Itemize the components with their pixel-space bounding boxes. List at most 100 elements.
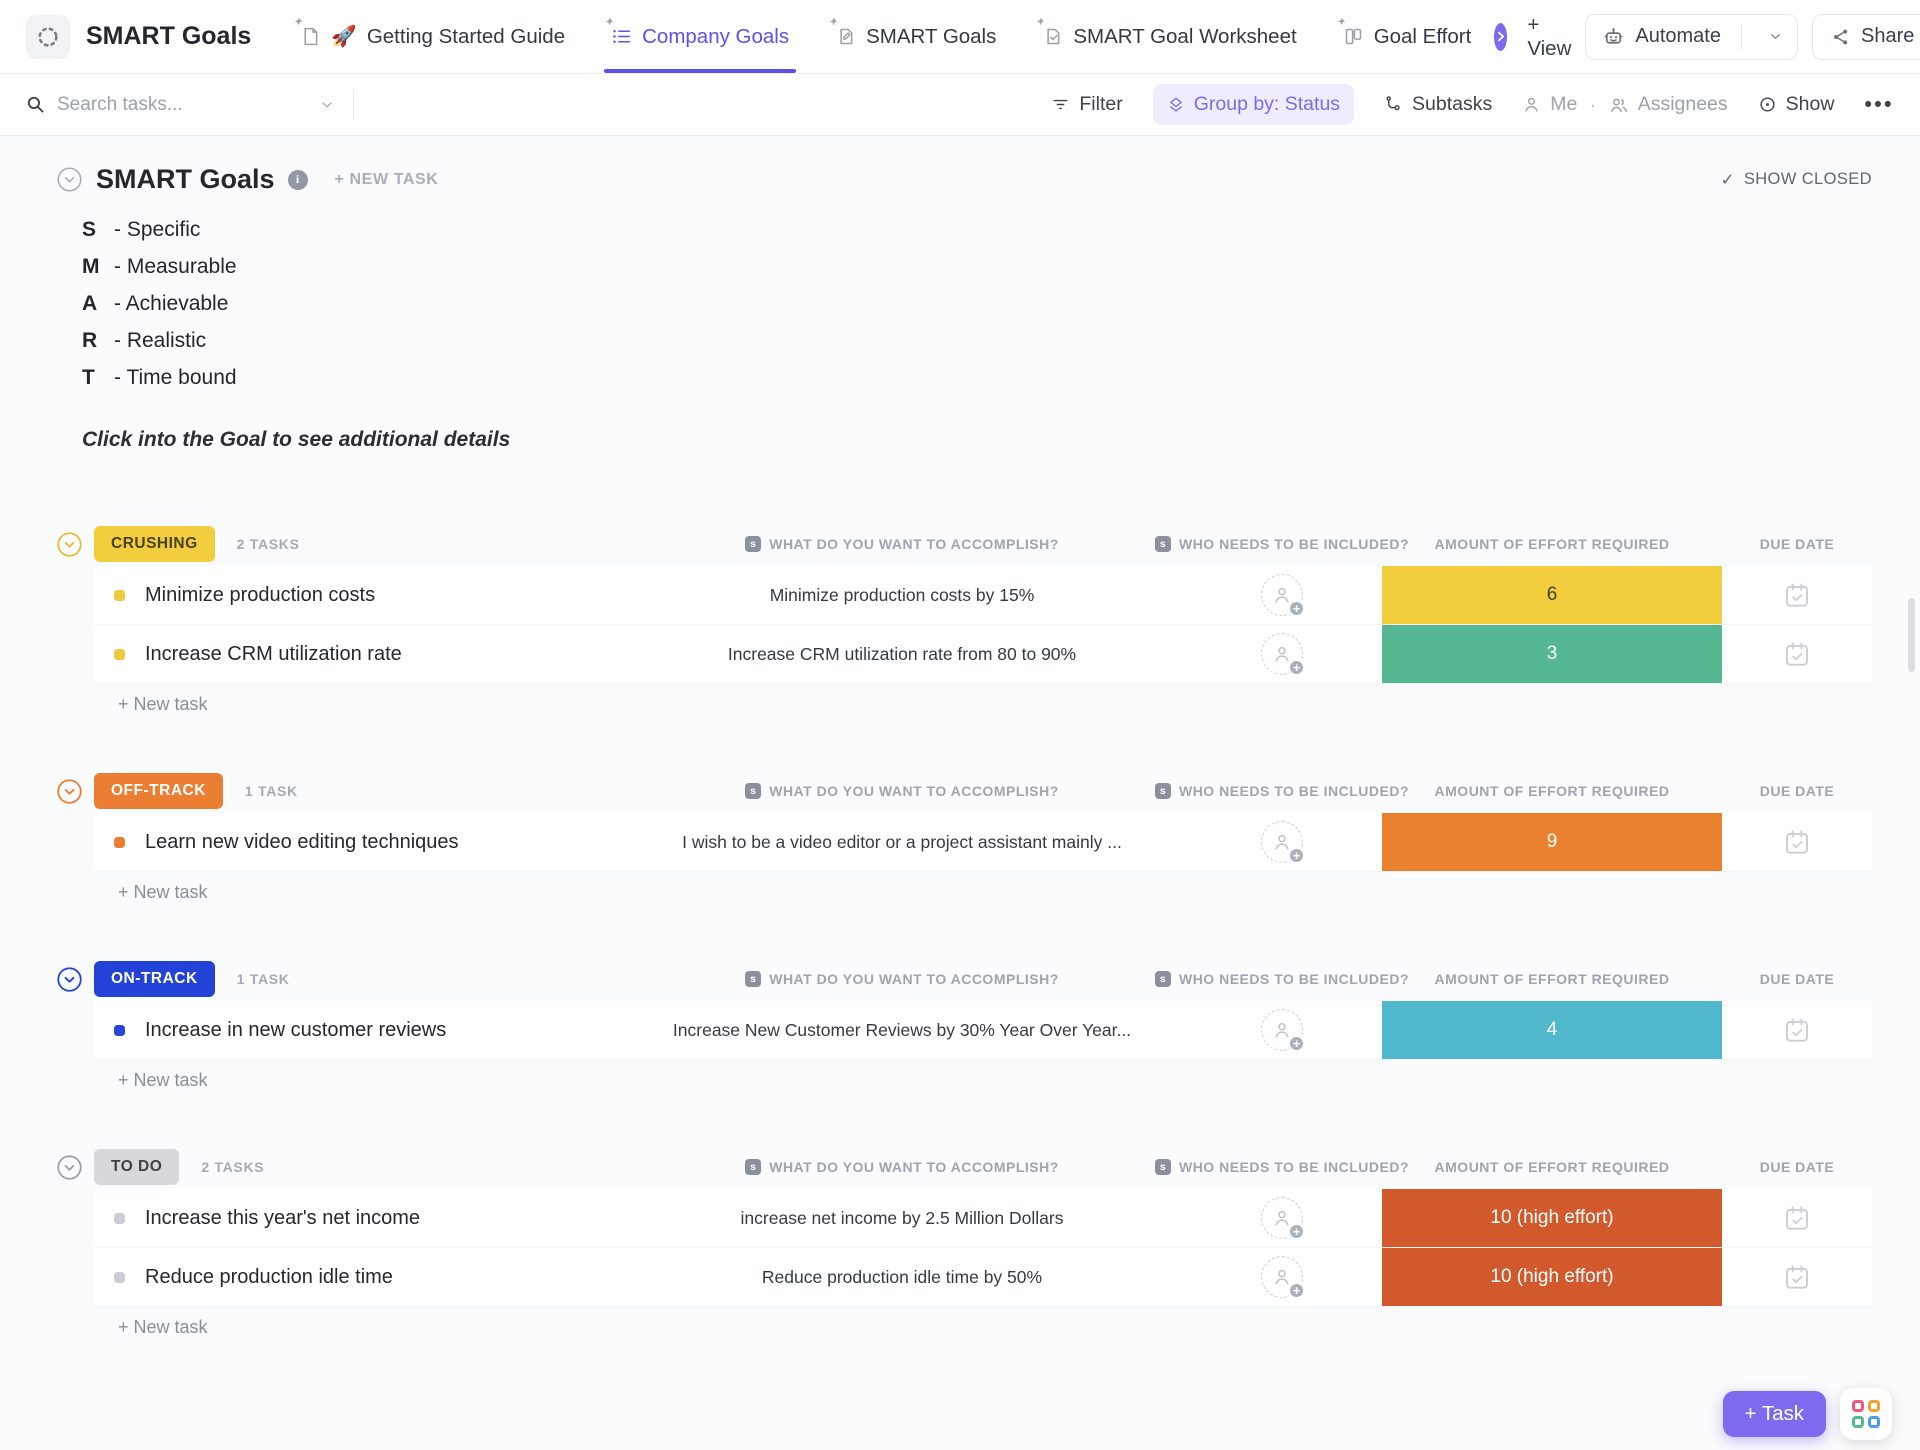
- filter-button[interactable]: Filter: [1051, 93, 1122, 116]
- task-row[interactable]: Reduce production idle time Reduce produ…: [94, 1248, 1872, 1307]
- add-task-fab[interactable]: + Task: [1723, 1391, 1826, 1437]
- effort-value[interactable]: 10 (high effort): [1382, 1189, 1722, 1247]
- new-task-button[interactable]: + New task: [118, 882, 208, 903]
- due-date-button[interactable]: [1782, 1015, 1812, 1045]
- smart-letter: R: [82, 329, 114, 353]
- task-name[interactable]: Learn new video editing techniques: [145, 831, 459, 854]
- subtasks-button[interactable]: Subtasks: [1384, 93, 1492, 116]
- smart-line: M - Measurable: [82, 248, 1872, 285]
- task-name[interactable]: Increase CRM utilization rate: [145, 643, 402, 666]
- show-closed-toggle[interactable]: ✓ SHOW CLOSED: [1721, 170, 1872, 190]
- tabs-overflow-button[interactable]: [1494, 23, 1507, 51]
- more-options-button[interactable]: •••: [1864, 93, 1894, 117]
- robot-icon: [1602, 25, 1625, 48]
- task-name[interactable]: Increase this year's net income: [145, 1207, 420, 1230]
- task-row[interactable]: Increase in new customer reviews Increas…: [94, 1001, 1872, 1060]
- collapse-group-button[interactable]: [56, 1154, 83, 1181]
- smart-line: S - Specific: [82, 211, 1872, 248]
- collapse-group-button[interactable]: [56, 966, 83, 993]
- add-assignee-button[interactable]: +: [1261, 633, 1303, 675]
- status-badge[interactable]: OFF-TRACK: [94, 773, 223, 809]
- list-avatar[interactable]: [26, 15, 70, 59]
- pin-icon: [603, 17, 614, 28]
- dot-separator: ·: [1589, 92, 1596, 118]
- due-date-button[interactable]: [1782, 827, 1812, 857]
- effort-value[interactable]: 3: [1382, 625, 1722, 683]
- tab-company-goals[interactable]: Company Goals: [598, 0, 802, 73]
- text-field-icon: s: [1155, 536, 1171, 552]
- task-name[interactable]: Minimize production costs: [145, 584, 375, 607]
- due-date-button[interactable]: [1782, 580, 1812, 610]
- show-button[interactable]: Show: [1758, 93, 1835, 116]
- due-date-button[interactable]: [1782, 1203, 1812, 1233]
- search-input[interactable]: [57, 94, 277, 116]
- collapse-list-button[interactable]: [56, 166, 83, 193]
- automate-button[interactable]: Automate: [1585, 14, 1798, 60]
- add-assignee-button[interactable]: +: [1261, 574, 1303, 616]
- status-dot[interactable]: [114, 1213, 125, 1224]
- scrollbar-thumb[interactable]: [1908, 598, 1915, 672]
- status-dot[interactable]: [114, 1272, 125, 1283]
- smart-line: A - Achievable: [82, 285, 1872, 322]
- task-row[interactable]: Increase this year's net income increase…: [94, 1189, 1872, 1248]
- add-assignee-button[interactable]: +: [1261, 1197, 1303, 1239]
- accomplish-value[interactable]: I wish to be a video editor or a project…: [682, 832, 1122, 853]
- tab-smart-goal-worksheet[interactable]: SMART Goal Worksheet: [1029, 0, 1309, 73]
- status-dot[interactable]: [114, 1025, 125, 1036]
- effort-value[interactable]: 9: [1382, 813, 1722, 871]
- list-title: SMART Goals: [96, 164, 275, 195]
- effort-value[interactable]: 4: [1382, 1001, 1722, 1059]
- automate-dropdown-button[interactable]: [1758, 29, 1793, 44]
- pin-icon: [1034, 17, 1045, 28]
- add-assignee-button[interactable]: +: [1261, 1256, 1303, 1298]
- pin-icon: [827, 17, 838, 28]
- text-field-icon: s: [745, 536, 761, 552]
- me-filter-button[interactable]: Me: [1522, 93, 1577, 116]
- due-date-button[interactable]: [1782, 1262, 1812, 1292]
- tab-getting-started-guide[interactable]: 🚀 Getting Started Guide: [287, 0, 578, 73]
- due-date-button[interactable]: [1782, 639, 1812, 669]
- tab-label: Getting Started Guide: [367, 25, 565, 49]
- effort-value[interactable]: 10 (high effort): [1382, 1248, 1722, 1306]
- tab-goal-effort[interactable]: Goal Effort: [1330, 0, 1485, 73]
- new-task-button[interactable]: + New task: [118, 694, 208, 715]
- status-badge[interactable]: TO DO: [94, 1149, 179, 1185]
- column-header-due: DUE DATE: [1760, 536, 1835, 552]
- task-row[interactable]: Minimize production costs Minimize produ…: [94, 566, 1872, 625]
- task-name[interactable]: Reduce production idle time: [145, 1266, 393, 1289]
- info-icon[interactable]: i: [288, 170, 308, 190]
- task-name[interactable]: Increase in new customer reviews: [145, 1019, 446, 1042]
- accomplish-value[interactable]: Increase New Customer Reviews by 30% Yea…: [673, 1020, 1131, 1041]
- share-button[interactable]: Share: [1812, 14, 1920, 60]
- new-task-button[interactable]: + New task: [118, 1070, 208, 1091]
- column-header-effort: AMOUNT OF EFFORT REQUIRED: [1435, 1159, 1670, 1175]
- collapse-group-button[interactable]: [56, 778, 83, 805]
- collapse-group-button[interactable]: [56, 531, 83, 558]
- status-badge[interactable]: ON-TRACK: [94, 961, 215, 997]
- add-assignee-button[interactable]: +: [1261, 821, 1303, 863]
- tab-smart-goals[interactable]: SMART Goals: [822, 0, 1009, 73]
- doc-check-icon: [1042, 26, 1063, 47]
- column-header-effort: AMOUNT OF EFFORT REQUIRED: [1435, 536, 1670, 552]
- task-row[interactable]: Learn new video editing techniques I wis…: [94, 813, 1872, 872]
- apps-grid-button[interactable]: [1840, 1388, 1892, 1440]
- accomplish-value[interactable]: Minimize production costs by 15%: [770, 585, 1035, 606]
- status-dot[interactable]: [114, 590, 125, 601]
- accomplish-value[interactable]: increase net income by 2.5 Million Dolla…: [741, 1208, 1064, 1229]
- status-dot[interactable]: [114, 649, 125, 660]
- status-dot[interactable]: [114, 837, 125, 848]
- board-icon: [1343, 26, 1364, 47]
- search-chevron-down-icon[interactable]: [319, 97, 335, 113]
- group-by-button[interactable]: Group by: Status: [1153, 84, 1354, 125]
- assignees-button[interactable]: Assignees: [1609, 93, 1728, 116]
- add-assignee-button[interactable]: +: [1261, 1009, 1303, 1051]
- task-row[interactable]: Increase CRM utilization rate Increase C…: [94, 625, 1872, 684]
- accomplish-value[interactable]: Reduce production idle time by 50%: [762, 1267, 1042, 1288]
- status-badge[interactable]: CRUSHING: [94, 526, 215, 562]
- new-task-header-button[interactable]: + NEW TASK: [335, 171, 439, 189]
- accomplish-value[interactable]: Increase CRM utilization rate from 80 to…: [728, 644, 1076, 665]
- effort-value[interactable]: 6: [1382, 566, 1722, 624]
- column-header-who: s WHO NEEDS TO BE INCLUDED?: [1155, 536, 1409, 552]
- new-task-button[interactable]: + New task: [118, 1317, 208, 1338]
- add-view-button[interactable]: + View: [1513, 0, 1585, 73]
